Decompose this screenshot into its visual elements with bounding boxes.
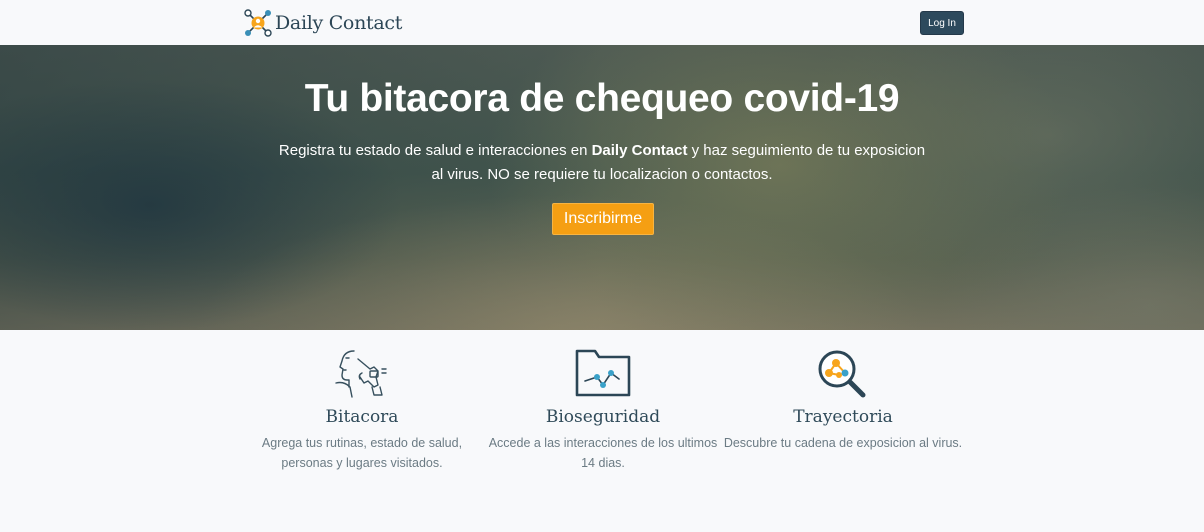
hero-subtitle-brand: Daily Contact	[591, 142, 688, 159]
hero-section: Tu bitacora de chequeo covid-19 Registra…	[0, 45, 1204, 330]
feature-description: Accede a las interacciones de los ultimo…	[488, 436, 718, 470]
feature-bioseguridad: Bioseguridad Accede a las interacciones …	[483, 347, 723, 473]
feature-bitacora: Bitacora Agrega tus rutinas, estado de s…	[242, 347, 482, 473]
brand-link[interactable]: Daily Contact	[243, 8, 402, 38]
hero-title: Tu bitacora de chequeo covid-19	[304, 77, 900, 120]
login-button[interactable]: Log In	[920, 11, 964, 35]
feature-description: Agrega tus rutinas, estado de salud, per…	[261, 436, 463, 470]
feature-description: Descubre tu cadena de exposicion al viru…	[723, 436, 963, 450]
feature-title: Trayectoria	[793, 407, 893, 427]
feature-title: Bitacora	[325, 407, 399, 427]
navbar: Daily Contact Log In	[0, 0, 1204, 45]
hero-subtitle: Registra tu estado de salud e interaccio…	[272, 139, 932, 187]
brand-name: Daily Contact	[275, 12, 403, 34]
hero-subtitle-text-start: Registra tu estado de salud e interaccio…	[278, 142, 592, 159]
network-logo-icon	[244, 9, 272, 37]
folder-chart-icon	[575, 349, 631, 397]
feature-trayectoria: Trayectoria Descubre tu cadena de exposi…	[723, 347, 963, 453]
face-thermometer-icon	[335, 350, 387, 398]
signup-button[interactable]: Inscribirme	[552, 203, 654, 235]
magnifier-network-icon	[818, 350, 866, 398]
feature-title: Bioseguridad	[545, 407, 661, 427]
